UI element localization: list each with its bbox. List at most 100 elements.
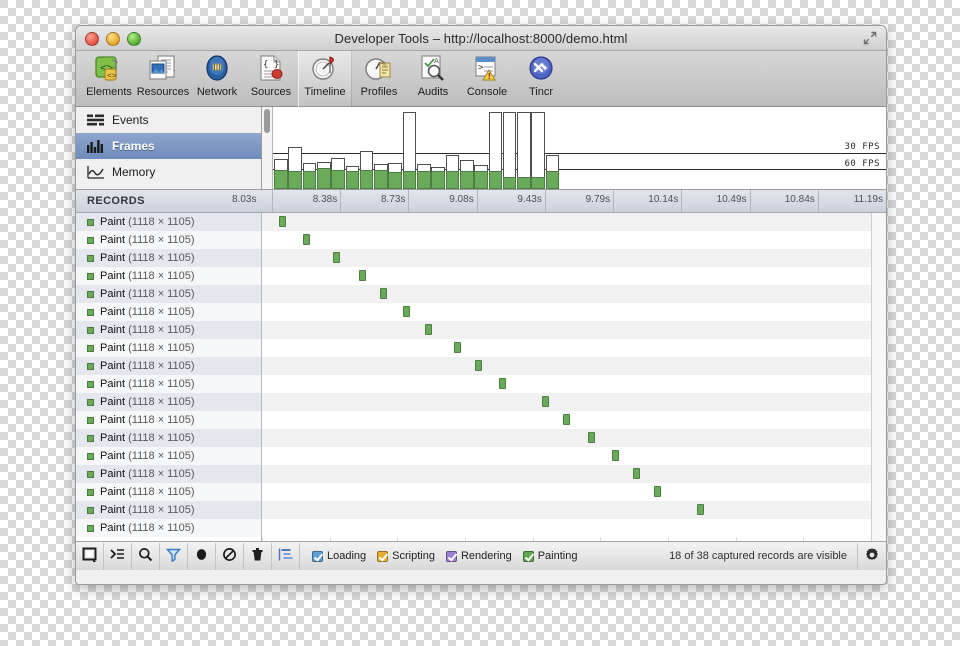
record-track-row[interactable] xyxy=(262,447,871,465)
minimize-window-button[interactable] xyxy=(106,32,120,46)
panel-button-elements[interactable]: <> <> Elements xyxy=(82,51,136,108)
record-list-item[interactable]: Paint (1118 × 1105) xyxy=(76,231,261,249)
record-list-item[interactable]: Paint (1118 × 1105) xyxy=(76,393,261,411)
frame-bar[interactable] xyxy=(517,111,531,189)
record-track-row[interactable] xyxy=(262,303,871,321)
tree-view-button[interactable] xyxy=(272,543,299,570)
frame-bar[interactable] xyxy=(502,111,517,189)
record-track-row[interactable] xyxy=(262,321,871,339)
search-button[interactable] xyxy=(132,542,160,570)
record-list-item[interactable]: Paint (1118 × 1105) xyxy=(76,519,261,537)
console-drawer-button[interactable] xyxy=(104,542,132,570)
record-list-item[interactable]: Paint (1118 × 1105) xyxy=(76,339,261,357)
overview-scrollbar-thumb[interactable] xyxy=(264,109,270,133)
panel-button-timeline[interactable]: Timeline xyxy=(298,51,352,108)
record-list-item[interactable]: Paint (1118 × 1105) xyxy=(76,501,261,519)
frame-bar[interactable] xyxy=(445,154,460,189)
panel-button-audits[interactable]: A Audits xyxy=(406,51,460,108)
settings-button[interactable] xyxy=(857,542,886,570)
record-track-row[interactable] xyxy=(262,411,871,429)
record-track-row[interactable] xyxy=(262,339,871,357)
frames-overview-graph[interactable]: 30 FPS 60 FPS xyxy=(273,107,886,189)
record-bar[interactable] xyxy=(474,360,482,371)
sidebar-item-events[interactable]: Events xyxy=(76,107,261,133)
record-list-item[interactable]: Paint (1118 × 1105) xyxy=(76,465,261,483)
filter-rendering[interactable]: Rendering xyxy=(445,550,512,562)
record-track-row[interactable] xyxy=(262,483,871,501)
record-track-row[interactable] xyxy=(262,249,871,267)
checkbox-painting[interactable] xyxy=(522,550,534,562)
filter-loading[interactable]: Loading xyxy=(312,550,366,562)
record-bar[interactable] xyxy=(697,504,705,515)
record-bar[interactable] xyxy=(587,432,595,443)
frame-bar[interactable] xyxy=(388,162,403,189)
timeline-ruler[interactable]: 8.03s 8.38s 8.73s 9.08s 9.43s 9.79s 10.14s 10.… xyxy=(232,190,886,212)
checkbox-loading[interactable] xyxy=(312,550,323,562)
frame-bar[interactable] xyxy=(316,161,331,189)
checkbox-rendering[interactable] xyxy=(445,550,457,562)
clear-button[interactable] xyxy=(216,542,244,570)
frame-bar[interactable] xyxy=(402,111,417,189)
record-bar[interactable] xyxy=(379,288,387,299)
record-bar[interactable] xyxy=(611,450,619,461)
record-track-row[interactable] xyxy=(262,213,871,231)
filter-painting[interactable]: Painting xyxy=(522,550,577,562)
frame-bar[interactable] xyxy=(288,147,302,189)
frame-bar[interactable] xyxy=(531,111,546,189)
record-bar[interactable] xyxy=(498,378,506,389)
frame-bar[interactable] xyxy=(274,158,288,189)
record-list-item[interactable]: Paint (1118 × 1105) xyxy=(76,411,261,429)
panel-button-console[interactable]: > ! Console xyxy=(460,51,514,108)
records-timeline-track[interactable] xyxy=(262,213,871,541)
record-bar[interactable] xyxy=(563,414,571,425)
record-bar[interactable] xyxy=(424,324,432,335)
record-list-item[interactable]: Paint (1118 × 1105) xyxy=(76,357,261,375)
frame-bar[interactable] xyxy=(488,111,503,189)
checkbox-scripting[interactable] xyxy=(377,550,389,562)
record-bar[interactable] xyxy=(653,486,661,497)
record-bar[interactable] xyxy=(358,270,366,281)
fullscreen-icon[interactable] xyxy=(862,30,878,46)
record-track-row[interactable] xyxy=(262,285,871,303)
panel-button-profiles[interactable]: % Profiles xyxy=(352,51,406,108)
overview-scrollbar[interactable] xyxy=(262,107,273,189)
panel-button-network[interactable]: Network xyxy=(190,51,244,108)
records-vertical-scrollbar[interactable] xyxy=(871,213,886,541)
frame-bar[interactable] xyxy=(474,165,488,189)
frame-bar[interactable] xyxy=(331,157,345,189)
record-bar[interactable] xyxy=(302,234,310,245)
record-track-row[interactable] xyxy=(262,429,871,447)
frame-bar[interactable] xyxy=(374,163,388,189)
frame-bar[interactable] xyxy=(302,162,317,189)
record-track-row[interactable] xyxy=(262,465,871,483)
record-list-item[interactable]: Paint (1118 × 1105) xyxy=(76,429,261,447)
sidebar-item-memory[interactable]: Memory xyxy=(76,159,261,185)
filter-button[interactable] xyxy=(160,542,188,570)
garbage-collect-button[interactable] xyxy=(244,542,272,570)
record-bar[interactable] xyxy=(403,306,411,317)
frame-bar[interactable] xyxy=(459,160,474,189)
record-track-row[interactable] xyxy=(262,501,871,519)
record-bar[interactable] xyxy=(632,468,640,479)
close-window-button[interactable] xyxy=(85,32,99,46)
record-list-item[interactable]: Paint (1118 × 1105) xyxy=(76,285,261,303)
record-track-row[interactable] xyxy=(262,231,871,249)
filter-scripting[interactable]: Scripting xyxy=(377,550,435,562)
panel-button-sources[interactable]: { } Sources xyxy=(244,51,298,108)
record-list-item[interactable]: Paint (1118 × 1105) xyxy=(76,249,261,267)
panel-button-resources[interactable]: Resources xyxy=(136,51,190,108)
record-list-item[interactable]: Paint (1118 × 1105) xyxy=(76,267,261,285)
record-track-row[interactable] xyxy=(262,519,871,537)
record-track-row[interactable] xyxy=(262,375,871,393)
frame-bar[interactable] xyxy=(545,155,560,189)
record-track-row[interactable] xyxy=(262,357,871,375)
record-bar[interactable] xyxy=(332,252,340,263)
dock-side-button[interactable] xyxy=(76,542,104,570)
zoom-window-button[interactable] xyxy=(127,32,141,46)
record-list-item[interactable]: Paint (1118 × 1105) xyxy=(76,213,261,231)
panel-button-tincr[interactable]: Tincr xyxy=(514,51,568,108)
record-bar[interactable] xyxy=(542,396,550,407)
record-list-item[interactable]: Paint (1118 × 1105) xyxy=(76,303,261,321)
records-list[interactable]: Paint (1118 × 1105) Paint (1118 × 1105) Pa… xyxy=(76,213,262,541)
frame-bar[interactable] xyxy=(431,166,445,189)
